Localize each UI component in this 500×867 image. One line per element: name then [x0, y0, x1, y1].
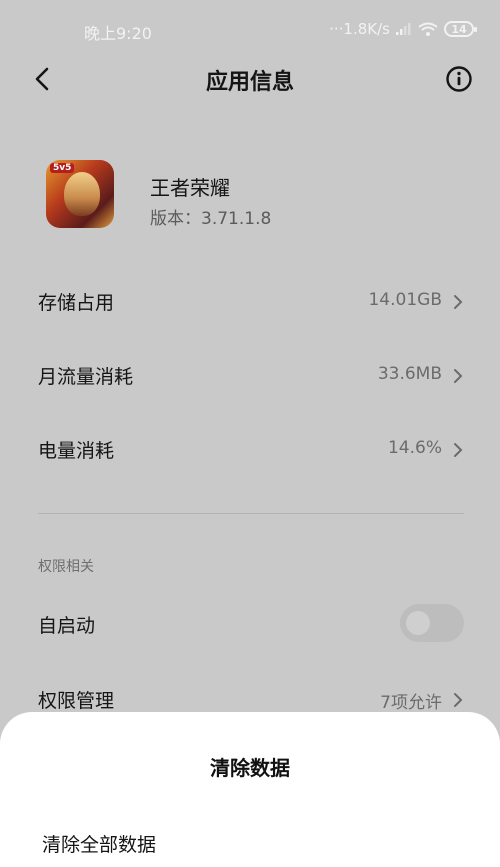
row-label: 自启动 [38, 615, 96, 637]
app-icon-badge: 5v5 [50, 163, 75, 173]
app-icon: 5v5 [46, 160, 114, 228]
row-storage[interactable]: 存储占用 14.01GB [38, 282, 464, 322]
battery-icon: 14 [444, 21, 477, 37]
row-label: 存储占用 [38, 292, 115, 314]
info-circle-icon[interactable] [444, 64, 474, 94]
row-value: 33.6MB [377, 364, 442, 384]
page-title: 应用信息 [205, 70, 294, 95]
row-data-usage[interactable]: 月流量消耗 33.6MB [38, 356, 464, 396]
row-value: 14.01GB [368, 290, 442, 310]
app-header: 5v5 王者荣耀 版本：3.71.1.8 [46, 160, 466, 234]
nav-bar: 应用信息 [0, 56, 500, 104]
app-version: 版本：3.71.1.8 [150, 209, 272, 229]
chevron-right-icon [454, 369, 463, 383]
network-speed: ···1.8K/s [329, 20, 390, 38]
app-name: 王者荣耀 [150, 176, 230, 200]
status-indicators: ···1.8K/s 14 [329, 20, 477, 38]
hero-face-graphic [64, 172, 100, 216]
row-label: 权限管理 [38, 690, 115, 712]
chevron-right-icon [454, 295, 463, 309]
row-label: 月流量消耗 [38, 366, 134, 388]
status-time: 晚上9:20 [84, 24, 152, 43]
clear-data-sheet: 清除数据 清除全部数据 [0, 712, 500, 867]
row-value: 14.6% [387, 438, 442, 458]
autostart-toggle[interactable] [400, 604, 464, 642]
chevron-right-icon [454, 443, 463, 457]
status-bar: 晚上9:20 ···1.8K/s 14 [0, 0, 500, 58]
divider [38, 513, 464, 514]
wifi-icon [418, 22, 438, 36]
section-header-permissions: 权限相关 [38, 559, 94, 575]
clear-all-data-option[interactable]: 清除全部数据 [42, 830, 156, 857]
toggle-knob [406, 611, 430, 635]
row-value: 7项允许 [380, 693, 442, 713]
row-label: 电量消耗 [38, 440, 115, 462]
sheet-title: 清除数据 [210, 756, 290, 780]
chevron-right-icon [454, 693, 463, 707]
row-battery-usage[interactable]: 电量消耗 14.6% [38, 430, 464, 470]
signal-icon [396, 23, 411, 35]
